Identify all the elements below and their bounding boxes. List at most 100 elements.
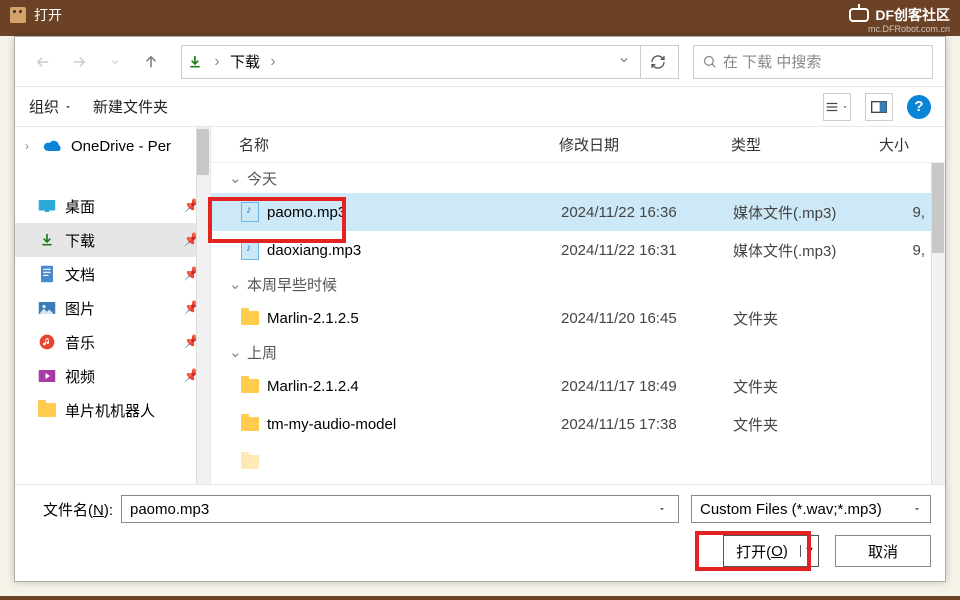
sidebar-item-documents[interactable]: 文档 📌 (15, 257, 210, 291)
toolbar: 组织 新建文件夹 ? (15, 87, 945, 127)
file-date: 2024/11/20 16:45 (561, 310, 733, 327)
filename-dropdown[interactable] (654, 501, 670, 518)
chevron-down-icon: ⌄ (229, 169, 241, 187)
column-type[interactable]: 类型 (731, 134, 879, 155)
group-today[interactable]: ⌄ 今天 (211, 163, 945, 193)
titlebar-text: 打开 (34, 5, 62, 25)
recent-dropdown[interactable] (99, 46, 131, 78)
file-type: 媒体文件(.mp3) (733, 202, 881, 223)
back-button[interactable] (27, 46, 59, 78)
filelist-scrollbar[interactable] (931, 163, 945, 484)
music-icon (37, 332, 57, 352)
sidebar-item-onedrive[interactable]: › OneDrive - Per (15, 127, 210, 165)
sidebar-item-music[interactable]: 音乐 📌 (15, 325, 210, 359)
audio-file-icon (239, 201, 261, 223)
view-mode-button[interactable] (823, 93, 851, 121)
new-folder-button[interactable]: 新建文件夹 (93, 96, 168, 117)
pictures-icon (37, 298, 57, 318)
file-date: 2024/11/22 16:31 (561, 242, 733, 259)
file-date: 2024/11/17 18:49 (561, 378, 733, 395)
filename-label: 文件名(N): (29, 499, 121, 520)
sidebar-item-custom[interactable]: 单片机机器人 (15, 393, 210, 427)
sidebar-item-label: 文档 (65, 264, 95, 285)
downloads-icon (186, 53, 204, 71)
robot-icon (849, 8, 869, 22)
folder-icon (239, 307, 261, 329)
sidebar-item-videos[interactable]: 视频 📌 (15, 359, 210, 393)
file-type: 文件夹 (733, 414, 881, 435)
group-earlier-week[interactable]: ⌄ 本周早些时候 (211, 269, 945, 299)
file-name: tm-my-audio-model (267, 416, 561, 433)
titlebar: 打开 (0, 0, 960, 30)
column-name[interactable]: 名称 (239, 134, 559, 155)
open-dropdown[interactable]: ▼ (800, 545, 818, 557)
organize-menu[interactable]: 组织 (29, 96, 73, 117)
forward-button[interactable] (63, 46, 95, 78)
onedrive-icon (43, 136, 63, 156)
filename-input[interactable]: paomo.mp3 (121, 495, 679, 523)
app-icon (10, 7, 26, 23)
file-name: Marlin-2.1.2.4 (267, 378, 561, 395)
folder-icon (239, 451, 261, 473)
file-type: 文件夹 (733, 376, 881, 397)
file-name: Marlin-2.1.2.5 (267, 310, 561, 327)
up-button[interactable] (135, 46, 167, 78)
sidebar-item-label: 视频 (65, 366, 95, 387)
file-row[interactable]: tm-my-audio-model 2024/11/15 17:38 文件夹 (211, 405, 945, 443)
brand-text: DF创客社区 (875, 5, 950, 25)
group-last-week[interactable]: ⌄ 上周 (211, 337, 945, 367)
file-list: ⌄ 今天 paomo.mp3 2024/11/22 16:36 媒体文件(.mp… (211, 163, 945, 484)
file-row[interactable]: daoxiang.mp3 2024/11/22 16:31 媒体文件(.mp3)… (211, 231, 945, 269)
file-type-filter[interactable]: Custom Files (*.wav;*.mp3) (691, 495, 931, 523)
audio-file-icon (239, 239, 261, 261)
file-date: 2024/11/15 17:38 (561, 416, 733, 433)
file-name: daoxiang.mp3 (267, 242, 561, 259)
file-row[interactable] (211, 443, 945, 481)
address-dropdown[interactable] (614, 53, 634, 71)
help-button[interactable]: ? (907, 95, 931, 119)
sidebar-item-label: OneDrive - Per (71, 138, 171, 155)
file-name: paomo.mp3 (267, 204, 561, 221)
folder-icon (239, 413, 261, 435)
dialog-footer: 文件名(N): paomo.mp3 Custom Files (*.wav;*.… (15, 484, 945, 581)
chevron-right-icon: › (25, 139, 35, 153)
chevron-right-icon: › (266, 53, 280, 71)
sidebar-item-label: 桌面 (65, 196, 95, 217)
file-pane: 名称 修改日期 类型 大小 ⌄ 今天 paomo.mp3 2024/11/22 … (211, 127, 945, 484)
preview-pane-button[interactable] (865, 93, 893, 121)
file-type: 文件夹 (733, 308, 881, 329)
file-row[interactable]: paomo.mp3 2024/11/22 16:36 媒体文件(.mp3) 9, (211, 193, 945, 231)
cancel-button[interactable]: 取消 (835, 535, 931, 567)
address-bar[interactable]: › 下载 › (181, 45, 679, 79)
search-input[interactable]: 在 下载 中搜索 (693, 45, 933, 79)
sidebar-item-label: 图片 (65, 298, 95, 319)
sidebar-item-label: 单片机机器人 (65, 400, 155, 421)
brand-sub: mc.DFRobot.com.cn (868, 24, 950, 34)
search-placeholder: 在 下载 中搜索 (723, 51, 821, 72)
videos-icon (37, 366, 57, 386)
column-size[interactable]: 大小 (879, 134, 945, 155)
chevron-down-icon: ⌄ (229, 275, 241, 293)
sidebar-item-downloads[interactable]: 下载 📌 (15, 223, 210, 257)
nav-row: › 下载 › 在 下载 中搜索 (15, 37, 945, 87)
open-button[interactable]: 打开(O) ▼ (723, 535, 819, 567)
file-date: 2024/11/22 16:36 (561, 204, 733, 221)
sidebar-item-pictures[interactable]: 图片 📌 (15, 291, 210, 325)
column-date[interactable]: 修改日期 (559, 134, 731, 155)
file-row[interactable]: Marlin-2.1.2.5 2024/11/20 16:45 文件夹 (211, 299, 945, 337)
sidebar-item-desktop[interactable]: 桌面 📌 (15, 189, 210, 223)
brand-logo: DF创客社区 mc.DFRobot.com.cn (849, 4, 950, 26)
breadcrumb-current[interactable]: 下载 (230, 51, 260, 72)
downloads-icon (37, 230, 57, 250)
open-dialog: › 下载 › 在 下载 中搜索 组织 新建文件夹 ? (14, 36, 946, 582)
sidebar-scrollbar[interactable] (196, 127, 210, 484)
chevron-right-icon: › (210, 53, 224, 71)
documents-icon (37, 264, 57, 284)
sidebar: › OneDrive - Per 桌面 📌 下载 📌 文档 📌 (15, 127, 211, 484)
refresh-button[interactable] (640, 45, 674, 79)
folder-icon (37, 400, 57, 420)
column-headers[interactable]: 名称 修改日期 类型 大小 (211, 127, 945, 163)
file-row[interactable]: Marlin-2.1.2.4 2024/11/17 18:49 文件夹 (211, 367, 945, 405)
file-type: 媒体文件(.mp3) (733, 240, 881, 261)
chevron-down-icon (912, 504, 922, 514)
